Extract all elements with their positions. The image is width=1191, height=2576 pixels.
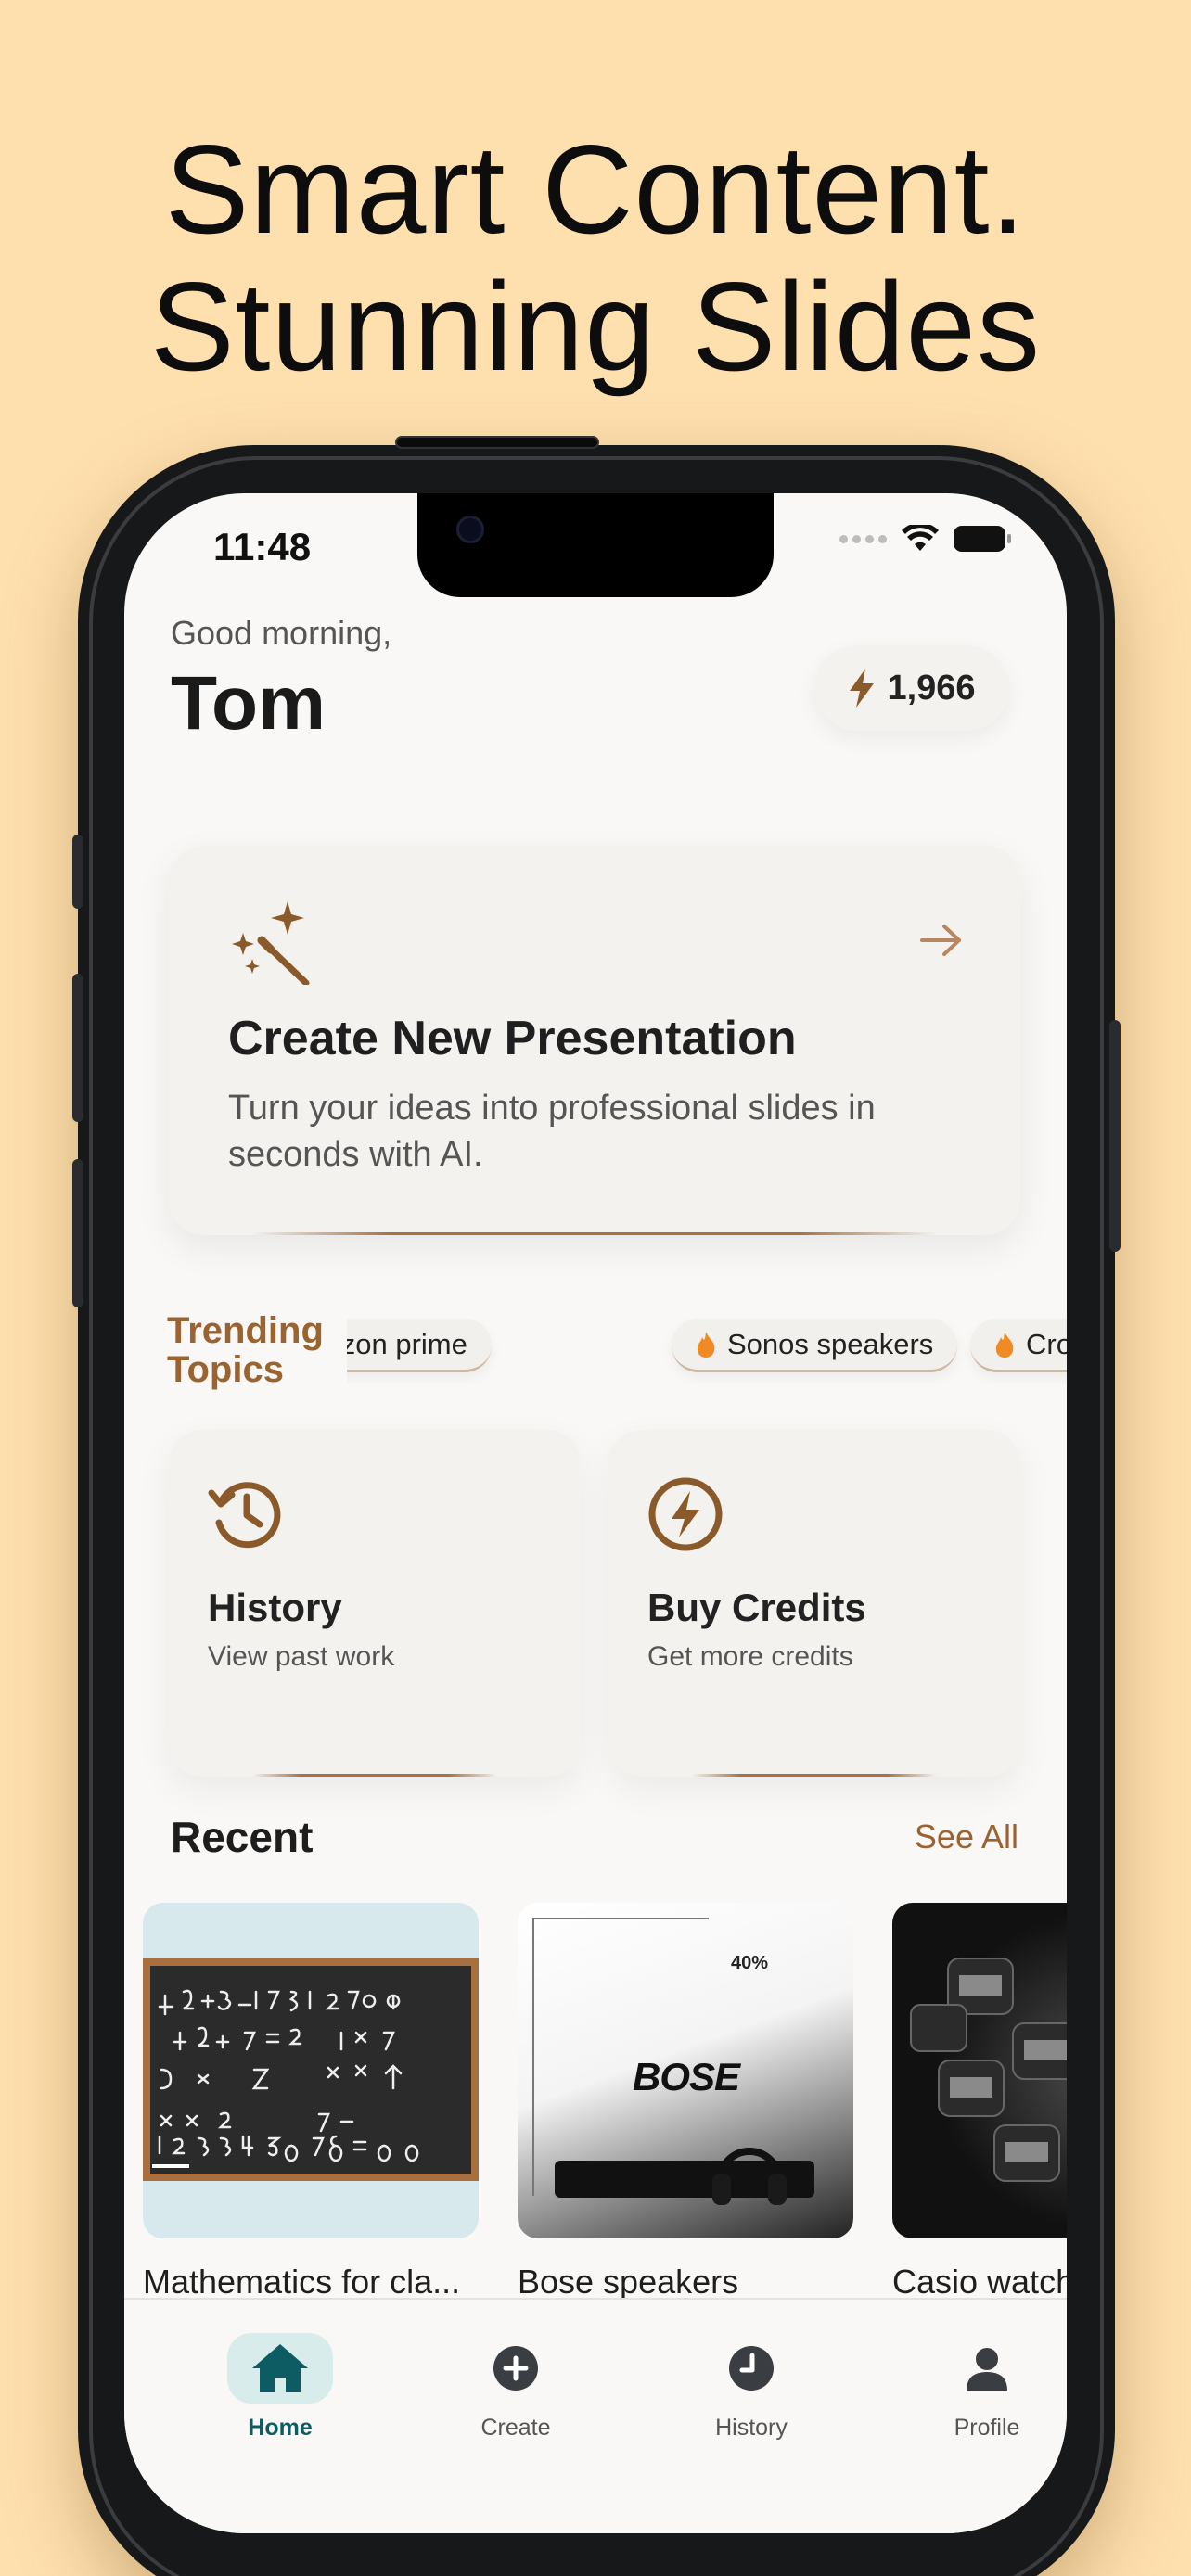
side-button-power [1109, 1020, 1121, 1252]
battery-icon [954, 526, 1011, 552]
recent-item[interactable]: 40% BOSE Bose speakers [518, 1903, 853, 2302]
recent-item[interactable]: Casio watch [892, 1903, 1067, 2302]
tab-history[interactable]: History [668, 2333, 835, 2442]
side-button-mute [72, 835, 83, 909]
card-accent-line [692, 1774, 937, 1777]
bolt-circle-icon [648, 1477, 723, 1551]
side-button-volume-down [72, 1159, 83, 1307]
side-button-volume-up [72, 974, 83, 1122]
tab-profile[interactable]: Profile [903, 2333, 1067, 2442]
status-time: 11:48 [213, 525, 312, 568]
signal-icon [839, 534, 887, 543]
flame-icon [995, 1331, 1014, 1358]
watches-image [910, 1958, 1067, 2182]
promo-headline: Smart Content. Stunning Slides [0, 121, 1191, 395]
wifi-icon [902, 525, 939, 551]
speaker-grill [395, 436, 599, 449]
arrow-right-icon [920, 925, 961, 956]
recent-thumbnail [143, 1903, 479, 2238]
person-icon [967, 2348, 1007, 2391]
headphones-image [712, 2148, 787, 2205]
recent-thumbnail [892, 1903, 1067, 2238]
home-icon [252, 2344, 308, 2392]
camera-icon [456, 516, 484, 543]
credits-count: 1,966 [887, 668, 976, 708]
create-card-title: Create New Presentation [228, 1012, 797, 1065]
recent-section-title: Recent [171, 1813, 314, 1861]
flame-icon [697, 1331, 715, 1358]
history-card-subtitle: View past work [208, 1641, 395, 1672]
buy-credits-card-subtitle: Get more credits [647, 1641, 853, 1672]
magic-wand-icon [232, 901, 310, 985]
card-accent-line [252, 1232, 937, 1235]
thumb-badge-text: 40% [731, 1953, 769, 1973]
plus-circle-icon [493, 2346, 538, 2391]
bolt-icon [850, 669, 875, 708]
see-all-link[interactable]: See All [915, 1817, 1018, 1856]
user-name: Tom [171, 661, 327, 746]
tab-history-label: History [715, 2415, 788, 2441]
recent-item[interactable]: Mathematics for cla... [143, 1903, 479, 2302]
trending-chips[interactable]: Amazon prime Sonos speakers Crochet [347, 1319, 1067, 1384]
recent-thumbnail: 40% BOSE [518, 1903, 853, 2238]
headline-line-1: Smart Content. [164, 119, 1027, 260]
tab-home-label: Home [248, 2415, 313, 2441]
tab-create[interactable]: Create [432, 2333, 599, 2442]
trending-chip[interactable]: Crochet [970, 1319, 1067, 1372]
credits-badge[interactable]: 1,966 [814, 645, 1009, 731]
tab-bar: Home Create History Profile [124, 2298, 1067, 2533]
create-card-description: Turn your ideas into professional slides… [228, 1089, 876, 1174]
phone-screen: 11:48 Good morning, Tom 1,966 Create New… [124, 493, 1067, 2533]
history-card[interactable]: History View past work [169, 1430, 581, 1777]
tab-home[interactable]: Home [197, 2333, 364, 2442]
history-icon [208, 1482, 281, 1549]
tab-create-label: Create [480, 2415, 551, 2441]
history-card-title: History [208, 1586, 342, 1629]
greeting-text: Good morning, [171, 614, 392, 652]
recent-item-name: Mathematics for cla... [143, 2263, 461, 2301]
trending-topics-label: Trending Topics [167, 1310, 324, 1390]
trending-chip[interactable]: Amazon prime [347, 1319, 492, 1372]
tab-profile-label: Profile [954, 2415, 1020, 2441]
recent-item-name: Bose speakers [518, 2263, 739, 2301]
headline-line-2: Stunning Slides [149, 256, 1042, 397]
status-icons [839, 525, 1011, 553]
card-accent-line [252, 1774, 497, 1777]
chalkboard-image [143, 1958, 479, 2181]
create-presentation-card[interactable]: Create New Presentation Turn your ideas … [169, 846, 1020, 1235]
buy-credits-card-title: Buy Credits [647, 1586, 866, 1629]
bose-logo: BOSE [633, 2055, 740, 2098]
clock-icon [729, 2346, 774, 2391]
recent-list[interactable]: Mathematics for cla... 40% BOSE Bose spe… [143, 1903, 1067, 2320]
recent-item-name: Casio watch [892, 2263, 1067, 2301]
buy-credits-card[interactable]: Buy Credits Get more credits [608, 1430, 1020, 1777]
trending-chip[interactable]: Sonos speakers [672, 1319, 958, 1372]
notch [417, 493, 774, 597]
